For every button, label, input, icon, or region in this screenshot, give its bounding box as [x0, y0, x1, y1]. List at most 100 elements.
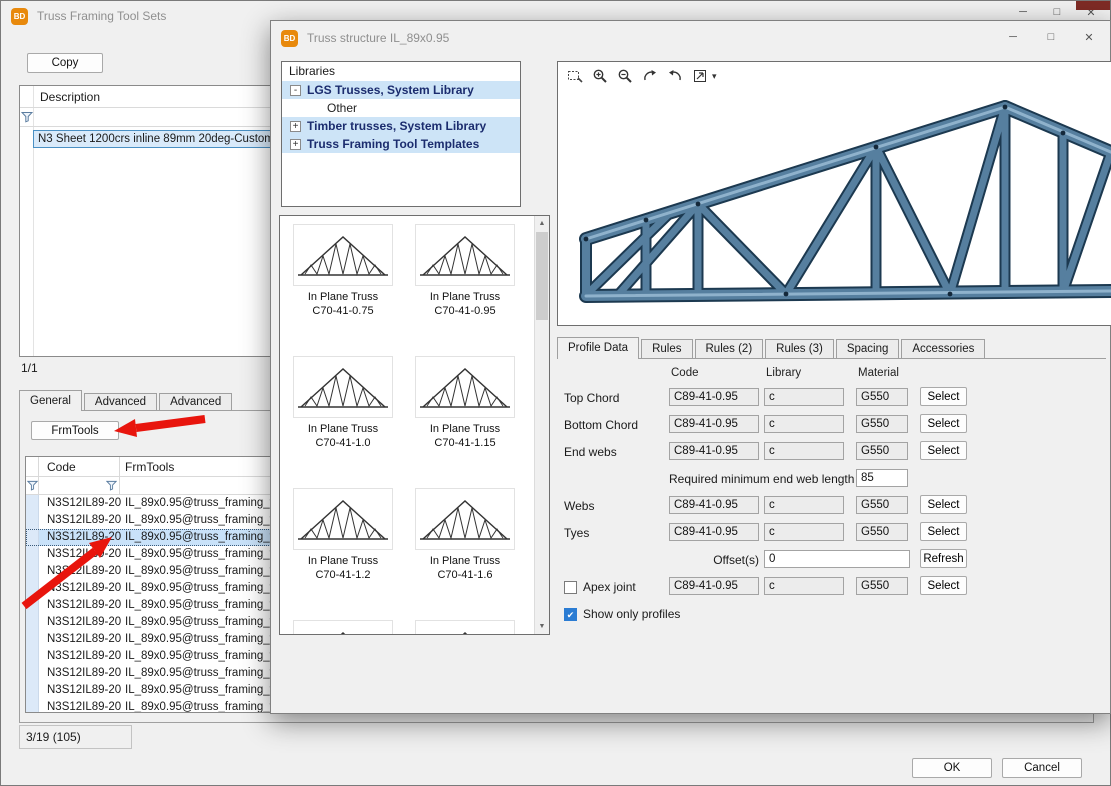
- dialog-titlebar: BD Truss structure IL_89x0.95: [271, 21, 1110, 53]
- close-icon[interactable]: ✕: [1070, 25, 1108, 49]
- copy-button[interactable]: Copy: [27, 53, 103, 73]
- truss-thumbnail-c70-41-1-6[interactable]: In Plane TrussC70-41-1.6: [408, 488, 522, 606]
- end-webs-select-button[interactable]: Select: [920, 441, 967, 460]
- row-selector[interactable]: [26, 563, 39, 580]
- profile-header-material: Material: [858, 367, 899, 379]
- filter-icon[interactable]: [106, 480, 117, 491]
- tyes-code-input[interactable]: [669, 523, 759, 541]
- top-chord-material-input[interactable]: [856, 388, 908, 406]
- column-header-description[interactable]: Description: [40, 86, 100, 108]
- column-header-code[interactable]: Code: [39, 457, 120, 476]
- maximize-icon[interactable]: □: [1040, 3, 1074, 21]
- top-chord-library-input[interactable]: [764, 388, 844, 406]
- webs-library-input[interactable]: [764, 496, 844, 514]
- webs-select-button[interactable]: Select: [920, 495, 967, 514]
- row-selector[interactable]: [26, 699, 39, 713]
- thumbnail-scrollbar[interactable]: ▲ ▼: [534, 216, 549, 634]
- profile-row-top-chord: Top ChordSelect: [559, 385, 1104, 412]
- top-chord-code-input[interactable]: [669, 388, 759, 406]
- webs-material-input[interactable]: [856, 496, 908, 514]
- cell-code: N3S12IL89-20: [39, 631, 120, 648]
- view-options-icon[interactable]: [689, 66, 711, 86]
- truss-thumbnail-partial[interactable]: [286, 620, 400, 635]
- row-selector[interactable]: [26, 597, 39, 614]
- truss-thumbnail-c70-41-1-0[interactable]: In Plane TrussC70-41-1.0: [286, 356, 400, 474]
- minimize-icon[interactable]: ─: [1006, 3, 1040, 21]
- apex-joint-checkbox[interactable]: [564, 581, 577, 594]
- tab-accessories[interactable]: Accessories: [901, 339, 985, 359]
- truss-3d-viewer[interactable]: ▾: [557, 61, 1111, 326]
- offset-s-input[interactable]: [764, 550, 910, 568]
- maximize-icon[interactable]: □: [1032, 25, 1070, 49]
- expand-icon[interactable]: +: [290, 139, 301, 150]
- refresh-button[interactable]: Refresh: [920, 549, 967, 568]
- scrollbar-thumb[interactable]: [536, 232, 548, 320]
- row-selector[interactable]: [26, 580, 39, 597]
- top-chord-select-button[interactable]: Select: [920, 387, 967, 406]
- row-selector[interactable]: [26, 682, 39, 699]
- tab-rules-2[interactable]: Rules (2): [695, 339, 764, 359]
- row-selector[interactable]: [26, 631, 39, 648]
- required-minimum-end-web-length-input[interactable]: [856, 469, 908, 487]
- frmtools-button[interactable]: FrmTools: [31, 421, 119, 440]
- row-selector[interactable]: [26, 512, 39, 529]
- row-selector[interactable]: [26, 546, 39, 563]
- truss-thumbnail-c70-41-1-2[interactable]: In Plane TrussC70-41-1.2: [286, 488, 400, 606]
- tyes-material-input[interactable]: [856, 523, 908, 541]
- row-selector[interactable]: [26, 665, 39, 682]
- zoom-out-icon[interactable]: [614, 66, 636, 86]
- truss-thumbnail-c70-41-0-95[interactable]: In Plane TrussC70-41-0.95: [408, 224, 522, 342]
- filter-icon[interactable]: [21, 111, 33, 123]
- truss-thumbnail-c70-41-0-75[interactable]: In Plane TrussC70-41-0.75: [286, 224, 400, 342]
- tab-general[interactable]: General: [19, 390, 82, 411]
- tab-profile-data[interactable]: Profile Data: [557, 337, 639, 359]
- scroll-up-icon[interactable]: ▲: [535, 216, 549, 231]
- tab-spacing[interactable]: Spacing: [836, 339, 900, 359]
- show-only-profiles-checkbox[interactable]: ✔: [564, 608, 577, 621]
- truss-thumbnail-partial[interactable]: [408, 620, 522, 635]
- profile-row-show-only-profiles: ✔Show only profiles: [559, 601, 1104, 628]
- ok-button[interactable]: OK: [912, 758, 992, 778]
- minimize-icon[interactable]: ─: [994, 25, 1032, 49]
- row-selector[interactable]: [26, 529, 39, 546]
- end-webs-library-input[interactable]: [764, 442, 844, 460]
- row-selector[interactable]: [26, 648, 39, 665]
- tyes-select-button[interactable]: Select: [920, 522, 967, 541]
- apex-joint-library-input[interactable]: [764, 577, 844, 595]
- tab-advanced[interactable]: Advanced: [159, 393, 232, 411]
- end-webs-material-input[interactable]: [856, 442, 908, 460]
- end-webs-code-input[interactable]: [669, 442, 759, 460]
- apex-joint-select-button[interactable]: Select: [920, 576, 967, 595]
- tab-rules[interactable]: Rules: [641, 339, 692, 359]
- thumbnail-code: C70-41-0.95: [408, 304, 522, 318]
- row-selector[interactable]: [26, 614, 39, 631]
- bottom-chord-library-input[interactable]: [764, 415, 844, 433]
- tree-item-truss-framing-tool-templates[interactable]: +Truss Framing Tool Templates: [282, 135, 520, 153]
- cancel-button[interactable]: Cancel: [1002, 758, 1082, 778]
- zoom-window-icon[interactable]: [564, 66, 586, 86]
- scroll-down-icon[interactable]: ▼: [535, 619, 549, 634]
- collapse-icon[interactable]: -: [290, 85, 301, 96]
- row-selector[interactable]: [26, 495, 39, 512]
- rotate-left-icon[interactable]: [664, 66, 686, 86]
- tree-item-timber-trusses-system-library[interactable]: +Timber trusses, System Library: [282, 117, 520, 135]
- tyes-library-input[interactable]: [764, 523, 844, 541]
- dropdown-caret-icon[interactable]: ▾: [712, 71, 717, 82]
- end-webs-label: End webs: [564, 445, 617, 459]
- rotate-right-icon[interactable]: [639, 66, 661, 86]
- expand-icon[interactable]: +: [290, 121, 301, 132]
- tab-rules-3[interactable]: Rules (3): [765, 339, 834, 359]
- bottom-chord-material-input[interactable]: [856, 415, 908, 433]
- tree-item-lgs-trusses-system-library[interactable]: -LGS Trusses, System Library: [282, 81, 520, 99]
- bottom-chord-select-button[interactable]: Select: [920, 414, 967, 433]
- tab-advanced[interactable]: Advanced: [84, 393, 157, 411]
- apex-joint-code-input[interactable]: [669, 577, 759, 595]
- apex-joint-material-input[interactable]: [856, 577, 908, 595]
- truss-thumbnail-c70-41-1-15[interactable]: In Plane TrussC70-41-1.15: [408, 356, 522, 474]
- filter-icon[interactable]: [27, 480, 38, 491]
- bottom-chord-code-input[interactable]: [669, 415, 759, 433]
- zoom-in-icon[interactable]: [589, 66, 611, 86]
- cell-code: N3S12IL89-20: [39, 512, 120, 529]
- tree-item-other[interactable]: Other: [282, 99, 520, 117]
- webs-code-input[interactable]: [669, 496, 759, 514]
